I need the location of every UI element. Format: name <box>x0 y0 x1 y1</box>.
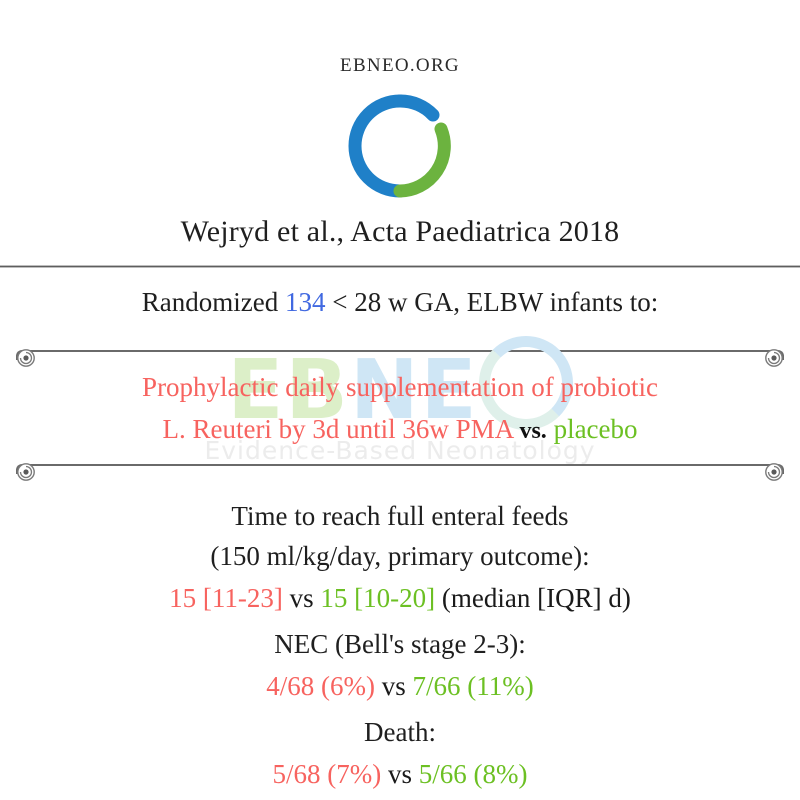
outcome-intervention-value: 5/68 (7%) <box>272 759 382 789</box>
outcome-intervention-value: 4/68 (6%) <box>266 671 375 701</box>
outcome-note: (median [IQR] d) <box>441 583 631 613</box>
outcome-intervention-value: 15 [11-23] <box>169 583 283 613</box>
citation-title: Wejryd et al., Acta Paediatrica 2018 <box>180 215 620 248</box>
population-count: 134 <box>285 287 326 317</box>
outcome-block: Time to reach full enteral feeds (150 ml… <box>0 496 800 620</box>
intervention-line-2: L. Reuteri by 3d until 36w PMA vs. place… <box>0 408 800 452</box>
ebneo-circle-logo-icon <box>348 94 451 198</box>
outcome-control-value: 7/66 (11%) <box>412 671 534 701</box>
intervention-panel: Prophylactic daily supplementation of pr… <box>0 332 800 490</box>
screw-rivet-icon <box>765 463 783 481</box>
outcome-values: 4/68 (6%) vs 7/66 (11%) <box>0 664 800 708</box>
outcome-block: NEC (Bell's stage 2-3): 4/68 (6%) vs 7/6… <box>0 624 800 708</box>
screw-rivet-icon <box>765 349 783 367</box>
control-arm-label: placebo <box>553 414 638 444</box>
divider-top <box>0 265 800 268</box>
outcome-control-value: 15 [10-20] <box>320 583 436 613</box>
population-line: Randomized 134 < 28 w GA, ELBW infants t… <box>0 287 800 318</box>
intervention-arm-label: L. Reuteri by 3d until 36w PMA <box>162 414 513 444</box>
bracket-bottom <box>0 460 800 481</box>
outcome-label-line1: Death: <box>364 717 436 747</box>
population-prefix: Randomized <box>141 287 279 317</box>
outcome-control-value: 5/66 (8%) <box>418 759 528 789</box>
vs-separator: vs. <box>519 418 547 444</box>
brand-url: EBNEO.ORG <box>340 55 460 76</box>
bracket-bottom-bar <box>16 464 784 474</box>
outcome-label-line2: (150 ml/kg/day, primary outcome): <box>210 541 590 571</box>
outcome-label-line1: NEC (Bell's stage 2-3): <box>274 629 526 659</box>
outcome-vs: vs <box>387 759 412 789</box>
infographic-header: EBNEO.ORG Wejryd et al., Acta Paediatric… <box>0 0 800 249</box>
screw-rivet-icon <box>17 463 35 481</box>
outcomes-section: Time to reach full enteral feeds (150 ml… <box>0 496 800 796</box>
outcome-vs: vs <box>289 583 314 613</box>
bracket-top <box>0 346 800 367</box>
outcome-block: Death: 5/68 (7%) vs 5/66 (8%) <box>0 712 800 796</box>
intervention-body: Prophylactic daily supplementation of pr… <box>0 366 800 452</box>
outcome-values: 5/68 (7%) vs 5/66 (8%) <box>0 752 800 796</box>
bracket-top-bar <box>16 350 784 360</box>
outcome-vs: vs <box>381 671 406 701</box>
population-suffix: < 28 w GA, ELBW infants to: <box>332 287 659 317</box>
outcome-values: 15 [11-23] vs 15 [10-20] (median [IQR] d… <box>0 576 800 620</box>
ebneo-logo <box>0 91 800 201</box>
outcome-label-line1: Time to reach full enteral feeds <box>231 501 569 531</box>
intervention-line-1: Prophylactic daily supplementation of pr… <box>142 372 658 402</box>
screw-rivet-icon <box>17 349 35 367</box>
